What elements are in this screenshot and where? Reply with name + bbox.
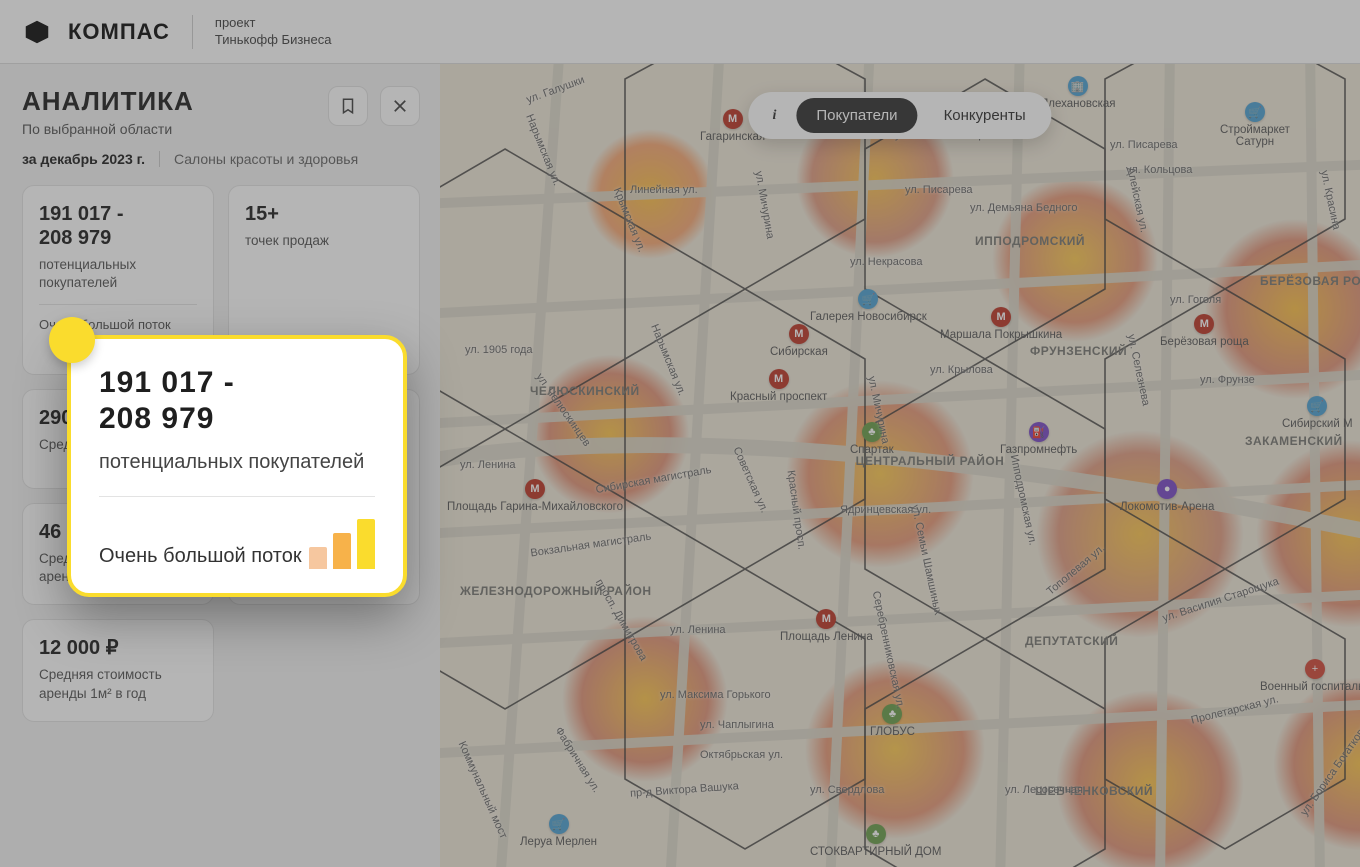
poi-metro-garina[interactable]: MПлощадь Гарина-Михайловского <box>465 479 605 513</box>
poi-lokoarena[interactable]: ●Локомотив-Арена <box>1120 479 1214 513</box>
district-label: ЦЕНТРАЛЬНЫЙ РАЙОН <box>850 454 1010 468</box>
street-label: ул. Максима Горького <box>660 689 771 701</box>
district-label: ДЕПУТАТСКИЙ <box>1025 634 1118 648</box>
card-desc: Средняя стоимость аренды 1м² в год <box>39 666 197 702</box>
logo-icon <box>22 17 52 47</box>
street-label: ул. Чаплыгина <box>700 719 774 731</box>
street-label: Октябрьская ул. <box>700 749 783 761</box>
map-mode-tabs: i Покупатели Конкуренты <box>748 92 1051 139</box>
tagline-l1: проект <box>215 15 332 32</box>
close-icon <box>391 97 409 115</box>
street-label: ул. Гоголя <box>1170 294 1221 306</box>
poi-stroymarket[interactable]: 🛒СтроймаркетСатурн <box>1220 102 1290 148</box>
street-label: ул. Лесосечная <box>1005 784 1083 796</box>
metro-icon: M <box>769 369 789 389</box>
tab-competitors[interactable]: Конкуренты <box>924 98 1046 133</box>
card-value: 191 017 - <box>39 203 124 225</box>
hospital-icon: + <box>1305 659 1325 679</box>
street-label: ул. Писарева <box>1110 139 1178 151</box>
shopping-icon: 🛒 <box>858 289 878 309</box>
app-name: КОМПАС <box>68 19 170 45</box>
street-label: ул. Некрасова <box>850 256 922 268</box>
district-label: БЕРЁЗОВАЯ РОЩА <box>1260 274 1360 288</box>
bar-chart-icon <box>309 513 375 569</box>
arena-icon: ● <box>1157 479 1177 499</box>
app-tagline: проект Тинькофф Бизнеса <box>215 15 332 49</box>
street-label: ул. 1905 года <box>465 344 533 356</box>
fuel-icon: ⛽ <box>1029 422 1049 442</box>
card-rent-sqm[interactable]: 12 000 ₽ Средняя стоимость аренды 1м² в … <box>22 619 214 721</box>
poi-metro-pokryshkina[interactable]: MМаршала Покрышкина <box>940 307 1062 341</box>
card-desc: потенциальных покупателей <box>39 256 197 292</box>
highlight-dot-icon <box>49 317 95 363</box>
poi-metro-sibirskaya[interactable]: MСибирская <box>770 324 828 358</box>
panel-meta: за декабрь 2023 г. Салоны красоты и здор… <box>22 151 420 167</box>
poi-galereya[interactable]: 🛒Галерея Новосибирск <box>810 289 927 323</box>
poi-globus[interactable]: ♣ГЛОБУС <box>870 704 915 738</box>
spotlight-card: 191 017 - 208 979 потенциальных покупате… <box>67 335 407 597</box>
park-icon: ♣ <box>866 824 886 844</box>
metro-icon: M <box>816 609 836 629</box>
street-label: ул. Ленина <box>460 459 516 471</box>
shopping-icon: 🛒 <box>549 814 569 834</box>
building-icon: 🏢 <box>1068 76 1088 96</box>
bookmark-button[interactable] <box>328 86 368 126</box>
bookmark-icon <box>339 97 357 115</box>
poi-metro-krasny[interactable]: MКрасный проспект <box>730 369 827 403</box>
poi-metro-berezrosh[interactable]: MБерёзовая роща <box>1160 314 1249 348</box>
tagline-l2: Тинькофф Бизнеса <box>215 32 332 49</box>
district-label: ИППОДРОМСКИЙ <box>975 234 1085 248</box>
metro-icon: M <box>991 307 1011 327</box>
poi-metro-lenina[interactable]: MПлощадь Ленина <box>780 609 873 643</box>
poi-hospital[interactable]: +Военный госпиталь № 425 <box>1260 659 1360 693</box>
card-value: 12 000 ₽ <box>39 636 197 660</box>
metro-icon: M <box>1194 314 1214 334</box>
street-label: ул. Ленина <box>670 624 726 636</box>
street-label: ул. Фрунзе <box>1200 374 1255 386</box>
street-label: Ядринцевская ул. <box>840 504 931 516</box>
metro-icon: M <box>525 479 545 499</box>
card-desc: точек продаж <box>245 232 403 250</box>
district-label: ФРУНЗЕНСКИЙ <box>1030 344 1127 358</box>
metro-icon: M <box>789 324 809 344</box>
poi-sibirskym[interactable]: 🛒Сибирский М <box>1282 396 1353 430</box>
metro-icon: M <box>723 109 743 129</box>
spotlight-desc: потенциальных покупателей <box>99 449 375 476</box>
app-header: КОМПАС проект Тинькофф Бизнеса <box>0 0 1360 64</box>
meta-divider <box>159 151 160 167</box>
shopping-icon: 🛒 <box>1245 102 1265 122</box>
card-value: 208 979 <box>39 227 111 249</box>
street-label: ул. Крылова <box>930 364 993 376</box>
map[interactable]: ЧЕЛЮСКИНСКИЙ ЖЕЛЕЗНОДОРОЖНЫЙ РАЙОН ИППОД… <box>440 64 1360 867</box>
spotlight-value: 191 017 - <box>99 366 235 399</box>
district-label: ЖЕЛЕЗНОДОРОЖНЫЙ РАЙОН <box>460 584 660 598</box>
spotlight-flow: Очень большой поток <box>99 543 302 569</box>
district-label: ЗАКАМЕНСКИЙ <box>1245 434 1343 448</box>
meta-date: за декабрь 2023 г. <box>22 151 145 167</box>
spotlight-value: 208 979 <box>99 402 214 435</box>
poi-plehan[interactable]: 🏢Плехановская <box>1040 76 1116 110</box>
street-label: Линейная ул. <box>630 184 698 196</box>
meta-category: Салоны красоты и здоровья <box>174 151 358 167</box>
header-divider <box>192 15 193 49</box>
panel-subtitle: По выбранной области <box>22 121 194 137</box>
poi-leroy[interactable]: 🛒Леруа Мерлен <box>520 814 597 848</box>
street-label: ул. Писарева <box>905 184 973 196</box>
poi-stokvartir[interactable]: ♣СТОКВАРТИРНЫЙ ДОМ <box>810 824 941 858</box>
panel-title: АНАЛИТИКА <box>22 86 194 117</box>
street-label: ул. Демьяна Бедного <box>970 202 1077 214</box>
card-value: 15+ <box>245 202 403 226</box>
poi-gazprom[interactable]: ⛽Газпромнефть <box>1000 422 1077 456</box>
close-button[interactable] <box>380 86 420 126</box>
shopping-icon: 🛒 <box>1307 396 1327 416</box>
info-icon[interactable]: i <box>762 104 786 128</box>
street-label: ул. Свердлова <box>810 784 884 796</box>
tab-buyers[interactable]: Покупатели <box>796 98 917 133</box>
